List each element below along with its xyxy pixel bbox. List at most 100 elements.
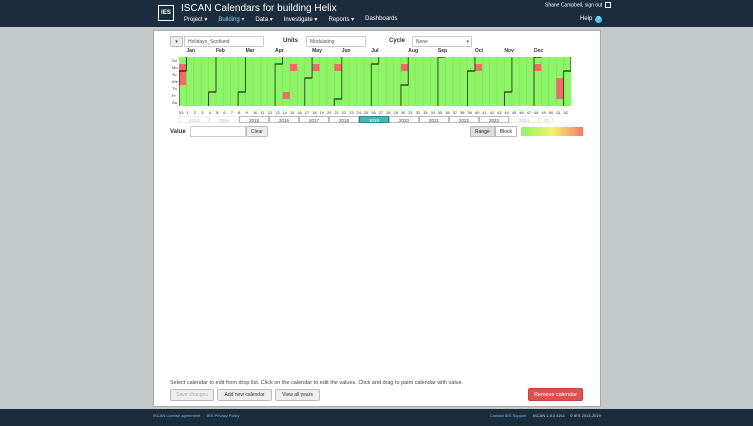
year-2022[interactable]: 2022 <box>449 116 479 123</box>
calendar-grid-svg[interactable] <box>178 56 572 106</box>
year-2020[interactable]: 2020 <box>389 116 419 123</box>
month-label: May <box>312 48 322 54</box>
week-number: 12 <box>267 110 273 115</box>
month-labels: Jan Feb Mar Apr May Jun Jul Aug Sep Oct Nov Dec <box>179 31 571 57</box>
week-number: 43 <box>497 110 502 115</box>
save-changes-button[interactable]: Save changes <box>170 389 214 401</box>
user-signout-link[interactable]: Shane Campbell, sign out <box>545 2 611 8</box>
week-number: 20 <box>326 110 332 115</box>
calendar-grid[interactable]: Su Mo Tu We Th Fr Sa <box>172 56 572 106</box>
holiday-cell[interactable] <box>179 71 187 78</box>
help-icon[interactable]: ? <box>595 16 603 23</box>
add-calendar-button[interactable]: Add new calendar <box>217 389 272 401</box>
week-number: 16 <box>297 110 302 115</box>
year-2019[interactable]: 2019 <box>359 116 389 123</box>
week-number: 30 <box>400 110 406 115</box>
month-label: Jan <box>186 48 196 54</box>
license-link[interactable]: ISCAN License agreement <box>153 413 200 418</box>
view-all-years-button[interactable]: View all years <box>275 389 320 401</box>
month-label: Aug <box>408 48 419 54</box>
year-2016[interactable]: 2016 <box>269 116 299 123</box>
week-number: 14 <box>282 110 287 115</box>
week-number: 7 <box>230 110 233 115</box>
holiday-cell[interactable] <box>556 78 564 85</box>
nav-reports[interactable]: Reports ▾ <box>328 16 354 23</box>
week-number: 37 <box>452 110 458 115</box>
week-number: 10 <box>252 110 258 115</box>
week-number: 23 <box>349 110 354 115</box>
holiday-cell[interactable] <box>179 64 187 71</box>
month-label: Nov <box>504 48 514 54</box>
month-label: Mar <box>245 48 255 54</box>
week-number: 46 <box>519 110 524 115</box>
week-number: 47 <box>526 110 532 115</box>
value-input[interactable] <box>190 126 246 137</box>
week-number: 33 <box>423 110 428 115</box>
year-2014[interactable]: 2014 <box>209 116 239 123</box>
week-number: 28 <box>386 110 391 115</box>
week-number: 25 <box>363 110 369 115</box>
year-20[interactable]: 20 <box>539 116 553 123</box>
ies-logo[interactable]: IES <box>158 5 174 21</box>
week-number: 1 <box>186 110 189 115</box>
week-number: 5 <box>215 110 219 115</box>
holiday-cell[interactable] <box>289 64 298 71</box>
day-label: Mo <box>172 65 178 70</box>
remove-calendar-button[interactable]: Remove calendar <box>528 388 583 401</box>
week-number: 15 <box>289 110 295 115</box>
week-number: 22 <box>341 110 347 115</box>
support-link[interactable]: Contact IES Support <box>490 413 526 418</box>
week-number: 53 <box>179 110 184 115</box>
week-number: 17 <box>304 110 310 115</box>
week-number: 50 <box>548 110 554 115</box>
day-label: Th <box>172 86 177 91</box>
year-2018[interactable]: 2018 <box>329 116 359 123</box>
year-2021[interactable]: 2021 <box>419 116 449 123</box>
year-2024[interactable]: 2024 <box>509 116 539 123</box>
month-label: Oct <box>474 48 484 54</box>
week-number: 21 <box>334 110 339 115</box>
holiday-cell[interactable] <box>282 92 290 99</box>
nav-project[interactable]: Project ▾ <box>184 16 207 23</box>
day-label: Fr <box>172 93 176 98</box>
signout-icon[interactable] <box>604 2 611 8</box>
holiday-cell[interactable] <box>312 64 320 71</box>
week-number: 38 <box>460 110 465 115</box>
holiday-cell[interactable] <box>534 64 542 71</box>
holiday-cell[interactable] <box>179 78 187 85</box>
block-button[interactable]: Block <box>494 126 517 137</box>
week-number: 31 <box>408 110 413 115</box>
nav-investigate[interactable]: Investigate ▾ <box>284 16 318 23</box>
year-2023[interactable]: 2023 <box>479 116 509 123</box>
month-label: Jul <box>371 48 379 54</box>
holiday-cell[interactable] <box>334 64 342 71</box>
week-number: 35 <box>437 110 443 115</box>
privacy-link[interactable]: IES Privacy Policy <box>207 413 239 418</box>
clear-button[interactable]: Clear <box>246 126 268 137</box>
week-number: 39 <box>467 110 472 115</box>
holiday-cell[interactable] <box>474 64 483 71</box>
help-label[interactable]: Help <box>580 16 592 22</box>
year-2015[interactable]: 2015 <box>239 116 269 123</box>
range-button[interactable]: Range <box>470 126 495 137</box>
week-number: 40 <box>474 110 480 115</box>
nav-building[interactable]: Building ▾ <box>218 16 244 23</box>
year-2013[interactable]: 2013 <box>179 116 209 123</box>
week-number: 29 <box>393 110 398 115</box>
year-selector[interactable]: 2013 2014 2015 2016 2017 2018 2019 2020 2021 2022… <box>179 116 583 123</box>
nav-data[interactable]: Data ▾ <box>255 16 272 23</box>
help-link[interactable]: Help ? <box>580 16 603 23</box>
holiday-cell[interactable] <box>556 85 564 92</box>
holiday-cell[interactable] <box>556 92 564 99</box>
footer-bar: ISCAN License agreement IES Privacy Poli… <box>0 409 753 426</box>
day-label: Sa <box>172 100 177 105</box>
week-number: 34 <box>430 110 435 115</box>
week-number: 2 <box>193 110 197 115</box>
nav-dashboards[interactable]: Dashboards <box>365 16 397 23</box>
user-signout-label[interactable]: Shane Campbell, sign out <box>545 2 602 8</box>
holiday-cell[interactable] <box>400 64 409 71</box>
top-bar: IES ISCAN Calendars for building Helix S… <box>0 0 753 27</box>
year-2017[interactable]: 2017 <box>299 116 329 123</box>
instructions-text: Select calendar to edit from drop list. … <box>170 380 464 386</box>
version-text: ISCAN 1.5.0.4211 <box>533 413 565 418</box>
